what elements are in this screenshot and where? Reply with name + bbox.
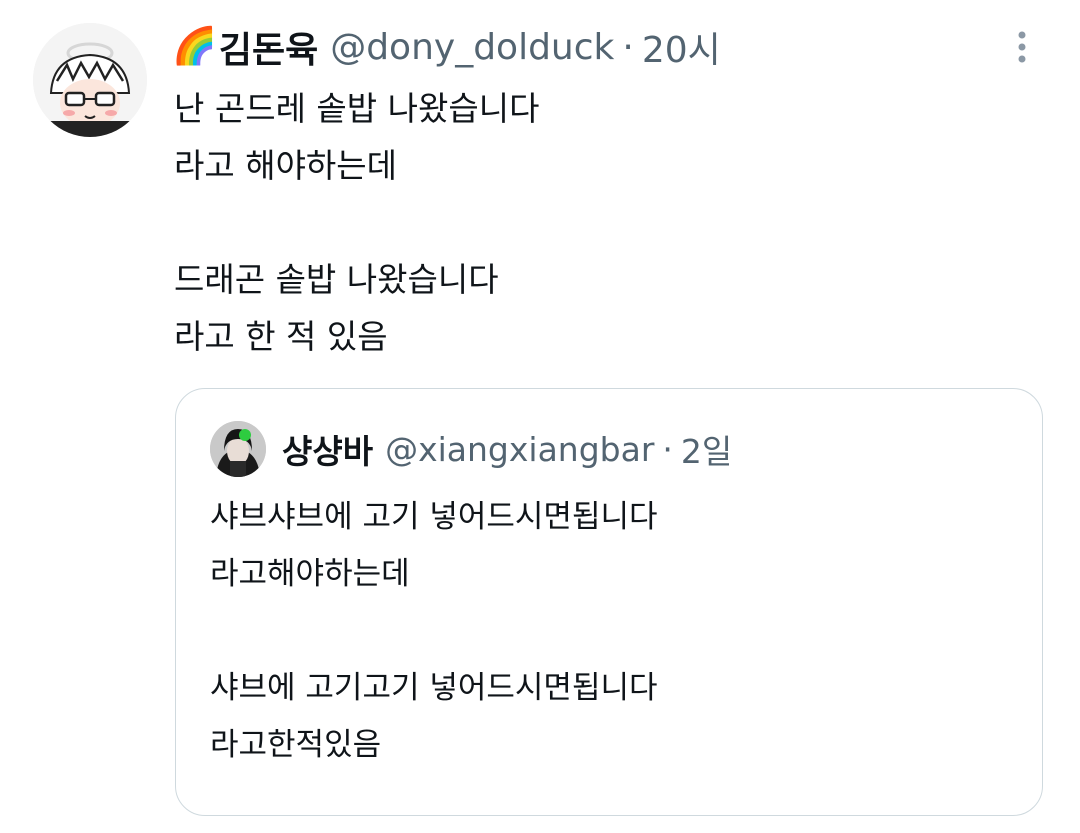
author-handle[interactable]: @dony_dolduck bbox=[330, 27, 614, 68]
quote-line: 라고한적있음 bbox=[210, 727, 382, 763]
author-avatar[interactable] bbox=[33, 23, 147, 137]
quote-header: 샹샹바 @xiangxiangbar · 2일 bbox=[282, 423, 1002, 475]
quote-author-name[interactable]: 샹샹바 bbox=[282, 425, 373, 473]
more-options-button[interactable] bbox=[1004, 26, 1040, 68]
tweet-line: 라고 해야하는데 bbox=[174, 146, 398, 185]
quote-line: 라고해야하는데 bbox=[210, 556, 410, 592]
separator-dot: · bbox=[622, 26, 634, 68]
tweet-text: 난 곤드레 솥밥 나왔습니다 라고 해야하는데 드래곤 솥밥 나왔습니다 라고 … bbox=[174, 80, 1014, 365]
tweet-line: 라고 한 적 있음 bbox=[174, 317, 388, 356]
tweet-header: 🌈 김돈육 @dony_dolduck · 20시 bbox=[172, 22, 992, 72]
quote-text: 샤브샤브에 고기 넣어드시면됩니다 라고해야하는데 샤브에 고기고기 넣어드시면… bbox=[210, 489, 1010, 774]
tweet-line: 드래곤 솥밥 나왔습니다 bbox=[174, 260, 499, 299]
quote-line: 샤브에 고기고기 넣어드시면됩니다 bbox=[210, 670, 658, 706]
separator-dot: · bbox=[662, 429, 673, 469]
author-avatar-illustration bbox=[33, 23, 147, 137]
quote-line: 샤브샤브에 고기 넣어드시면됩니다 bbox=[210, 499, 658, 535]
quote-author-avatar[interactable] bbox=[210, 421, 266, 477]
rainbow-emoji: 🌈 bbox=[172, 26, 217, 67]
quote-line bbox=[210, 603, 1010, 660]
more-vertical-icon bbox=[1018, 31, 1026, 63]
quote-timestamp[interactable]: 2일 bbox=[681, 425, 732, 473]
tweet-line bbox=[174, 194, 1014, 251]
tweet-line: 난 곤드레 솥밥 나왔습니다 bbox=[174, 89, 540, 128]
author-name[interactable]: 김돈육 bbox=[219, 21, 318, 73]
tweet-timestamp[interactable]: 20시 bbox=[642, 21, 721, 73]
quoted-tweet-card[interactable]: 샹샹바 @xiangxiangbar · 2일 샤브샤브에 고기 넣어드시면됩니… bbox=[175, 388, 1043, 816]
quote-author-handle[interactable]: @xiangxiangbar bbox=[385, 430, 654, 469]
quote-avatar-photo bbox=[210, 421, 266, 477]
